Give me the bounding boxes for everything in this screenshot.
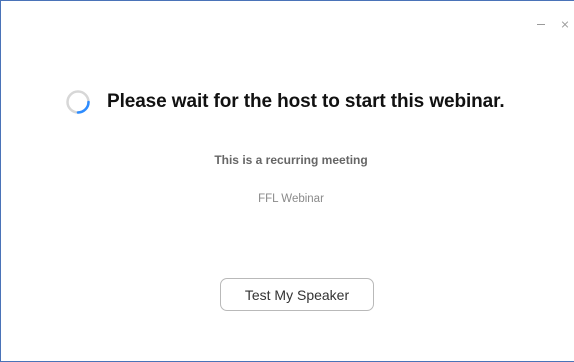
meeting-name: FFL Webinar (258, 193, 324, 205)
recurring-meeting-label: This is a recurring meeting (214, 153, 368, 167)
waiting-message-row: Please wait for the host to start this w… (65, 89, 505, 115)
test-speaker-button[interactable]: Test My Speaker (220, 278, 374, 311)
spinner-icon (66, 90, 90, 114)
waiting-room-window: Please wait for the host to start this w… (0, 0, 574, 362)
minimize-icon[interactable] (536, 19, 546, 29)
window-controls (536, 19, 570, 29)
close-icon[interactable] (560, 19, 570, 29)
page-title: Please wait for the host to start this w… (107, 91, 505, 112)
